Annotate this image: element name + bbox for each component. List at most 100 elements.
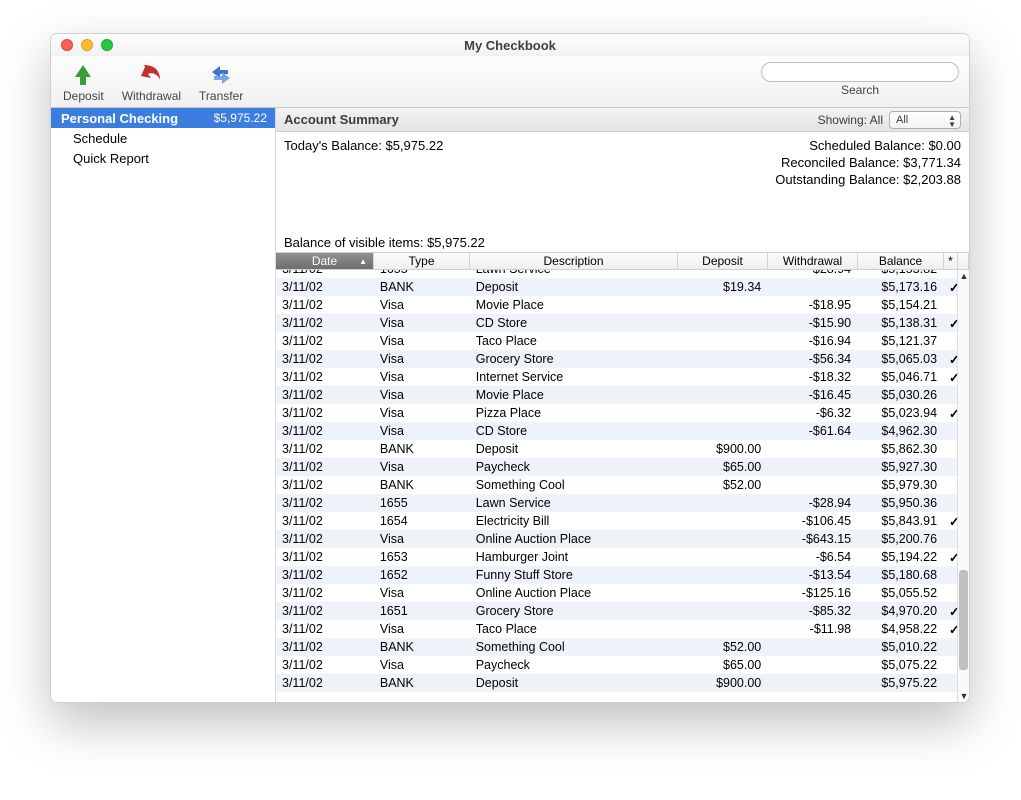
table-scroll: 3/11/021655Lawn Service-$28.94$5,153.823… [276, 270, 969, 702]
withdrawal-button[interactable]: Withdrawal [122, 62, 181, 103]
cell-withdrawal: -$106.45 [767, 514, 857, 528]
sidebar-account[interactable]: Personal Checking $5,975.22 [51, 108, 275, 128]
cell-reconciled: ✓ [943, 352, 957, 367]
col-type[interactable]: Type [374, 253, 470, 269]
cell-date: 3/11/02 [276, 298, 374, 312]
cell-reconciled: ✓ [943, 622, 957, 637]
table-row[interactable]: 3/11/02VisaTaco Place-$16.94$5,121.37 [276, 332, 957, 350]
sort-asc-icon: ▲ [359, 257, 367, 266]
col-balance-label: Balance [879, 254, 922, 268]
transfer-button[interactable]: Transfer [199, 62, 243, 103]
table-row[interactable]: 3/11/02VisaMovie Place-$18.95$5,154.21 [276, 296, 957, 314]
scroll-up-icon[interactable]: ▲ [958, 270, 969, 282]
cell-description: Movie Place [470, 298, 678, 312]
cell-reconciled: ✓ [943, 280, 957, 295]
cell-withdrawal: -$18.32 [767, 370, 857, 384]
cell-description: Deposit [470, 280, 678, 294]
main-content: Account Summary Showing: All All ▲▼ Toda… [276, 108, 969, 702]
sidebar: Personal Checking $5,975.22 Schedule Qui… [51, 108, 276, 702]
sidebar-schedule[interactable]: Schedule [51, 128, 275, 148]
table-row[interactable]: 3/11/02BANKDeposit$19.34$5,173.16✓ [276, 278, 957, 296]
cell-date: 3/11/02 [276, 514, 374, 528]
cell-description: Lawn Service [470, 496, 678, 510]
cell-date: 3/11/02 [276, 532, 374, 546]
cell-deposit: $19.34 [677, 280, 767, 294]
col-reconciled[interactable]: * [944, 253, 958, 269]
cell-description: Online Auction Place [470, 586, 678, 600]
cell-description: Lawn Service [470, 270, 678, 276]
table-row[interactable]: 3/11/021653Hamburger Joint-$6.54$5,194.2… [276, 548, 957, 566]
col-date-label: Date [312, 254, 337, 268]
cell-description: Pizza Place [470, 406, 678, 420]
table-row[interactable]: 3/11/02VisaTaco Place-$11.98$4,958.22✓ [276, 620, 957, 638]
cell-type: Visa [374, 352, 470, 366]
cell-withdrawal: -$16.94 [767, 334, 857, 348]
minimize-icon[interactable] [81, 39, 93, 51]
transfer-icon [208, 62, 234, 88]
cell-type: Visa [374, 334, 470, 348]
table-row[interactable]: 3/11/021655Lawn Service-$28.94$5,950.36 [276, 494, 957, 512]
table-row[interactable]: 3/11/02BANKDeposit$900.00$5,975.22 [276, 674, 957, 692]
table-row[interactable]: 3/11/021652Funny Stuff Store-$13.54$5,18… [276, 566, 957, 584]
table-row[interactable]: 3/11/02VisaInternet Service-$18.32$5,046… [276, 368, 957, 386]
deposit-button[interactable]: Deposit [63, 62, 104, 103]
cell-balance: $5,023.94 [857, 406, 943, 420]
cell-date: 3/11/02 [276, 658, 374, 672]
cell-type: Visa [374, 460, 470, 474]
cell-withdrawal: -$11.98 [767, 622, 857, 636]
table-row[interactable]: 3/11/02VisaMovie Place-$16.45$5,030.26 [276, 386, 957, 404]
col-deposit[interactable]: Deposit [678, 253, 768, 269]
table-row[interactable]: 3/11/02VisaOnline Auction Place-$125.16$… [276, 584, 957, 602]
table-row[interactable]: 3/11/02VisaGrocery Store-$56.34$5,065.03… [276, 350, 957, 368]
col-description[interactable]: Description [470, 253, 678, 269]
maximize-icon[interactable] [101, 39, 113, 51]
cell-balance: $5,065.03 [857, 352, 943, 366]
table-row[interactable]: 3/11/02VisaPaycheck$65.00$5,075.22 [276, 656, 957, 674]
table-row[interactable]: 3/11/021651Grocery Store-$85.32$4,970.20… [276, 602, 957, 620]
col-date[interactable]: Date ▲ [276, 253, 374, 269]
table-row[interactable]: 3/11/02BANKDeposit$900.00$5,862.30 [276, 440, 957, 458]
vertical-scrollbar[interactable]: ▲ ▼ [957, 270, 969, 702]
scroll-down-icon[interactable]: ▼ [958, 690, 969, 702]
cell-balance: $5,927.30 [857, 460, 943, 474]
table-row[interactable]: 3/11/02BANKSomething Cool$52.00$5,010.22 [276, 638, 957, 656]
table-row[interactable]: 3/11/02VisaPizza Place-$6.32$5,023.94✓ [276, 404, 957, 422]
cell-type: 1655 [374, 496, 470, 510]
cell-date: 3/11/02 [276, 334, 374, 348]
window-title: My Checkbook [464, 38, 556, 53]
cell-balance: $5,843.91 [857, 514, 943, 528]
cell-balance: $5,121.37 [857, 334, 943, 348]
cell-type: Visa [374, 316, 470, 330]
table-row[interactable]: 3/11/02VisaOnline Auction Place-$643.15$… [276, 530, 957, 548]
chevron-updown-icon: ▲▼ [948, 114, 956, 128]
search-input[interactable] [761, 62, 959, 82]
cell-type: Visa [374, 424, 470, 438]
cell-date: 3/11/02 [276, 406, 374, 420]
sidebar-account-name: Personal Checking [61, 111, 178, 126]
table-row[interactable]: 3/11/02VisaCD Store-$61.64$4,962.30 [276, 422, 957, 440]
cell-description: Deposit [470, 676, 678, 690]
visible-balance: Balance of visible items: $5,975.22 [284, 235, 961, 250]
col-balance[interactable]: Balance [858, 253, 944, 269]
table-row[interactable]: 3/11/021654Electricity Bill-$106.45$5,84… [276, 512, 957, 530]
table-header: Date ▲ Type Description Deposit Withdraw… [276, 252, 969, 270]
close-icon[interactable] [61, 39, 73, 51]
table-row[interactable]: 3/11/02BANKSomething Cool$52.00$5,979.30 [276, 476, 957, 494]
cell-description: Grocery Store [470, 604, 678, 618]
table-row[interactable]: 3/11/021655Lawn Service-$28.94$5,153.82 [276, 270, 957, 278]
showing-label: Showing: All [818, 113, 883, 127]
showing-dropdown[interactable]: All ▲▼ [889, 111, 961, 129]
sidebar-quick-report-label: Quick Report [73, 151, 149, 166]
cell-description: Deposit [470, 442, 678, 456]
cell-date: 3/11/02 [276, 370, 374, 384]
table-row[interactable]: 3/11/02VisaPaycheck$65.00$5,927.30 [276, 458, 957, 476]
col-withdrawal-label: Withdrawal [783, 254, 842, 268]
cell-balance: $4,962.30 [857, 424, 943, 438]
cell-date: 3/11/02 [276, 424, 374, 438]
scroll-thumb[interactable] [959, 570, 968, 670]
cell-type: Visa [374, 586, 470, 600]
cell-description: Funny Stuff Store [470, 568, 678, 582]
table-row[interactable]: 3/11/02VisaCD Store-$15.90$5,138.31✓ [276, 314, 957, 332]
col-withdrawal[interactable]: Withdrawal [768, 253, 858, 269]
sidebar-quick-report[interactable]: Quick Report [51, 148, 275, 168]
